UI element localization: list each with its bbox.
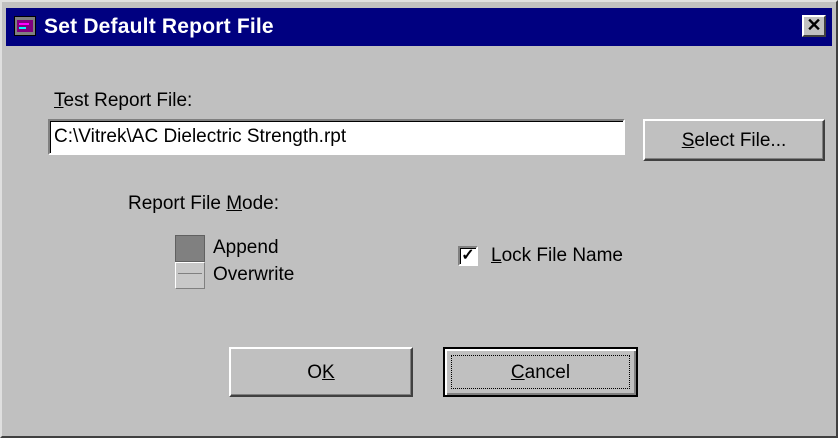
lock-file-name-label[interactable]: Lock File Name (491, 245, 623, 267)
report-file-path-input[interactable]: C:\Vitrek\AC Dielectric Strength.rpt (48, 119, 625, 155)
overwrite-option-label: Overwrite (213, 264, 295, 285)
check-icon: ✓ (461, 247, 475, 264)
overwrite-segment[interactable] (175, 262, 205, 289)
close-button[interactable]: ✕ (802, 15, 826, 37)
test-report-file-label: Test Report File: (54, 90, 193, 111)
cancel-button[interactable]: Cancel (443, 347, 638, 397)
ok-button[interactable]: OK (229, 347, 413, 397)
app-icon (14, 16, 36, 36)
report-file-mode-label: Report File Mode: (128, 193, 280, 214)
set-default-report-file-dialog: Set Default Report File ✕ Test Report Fi… (0, 0, 838, 438)
close-icon: ✕ (806, 15, 822, 35)
append-option-label: Append (213, 237, 279, 258)
title-bar[interactable]: Set Default Report File ✕ (6, 8, 832, 46)
select-file-button[interactable]: Select File... (643, 119, 825, 161)
window-title: Set Default Report File (44, 15, 274, 38)
lock-file-name-checkbox[interactable]: ✓ (458, 246, 478, 266)
report-file-mode-toggle[interactable] (175, 235, 205, 289)
append-segment[interactable] (175, 235, 205, 262)
